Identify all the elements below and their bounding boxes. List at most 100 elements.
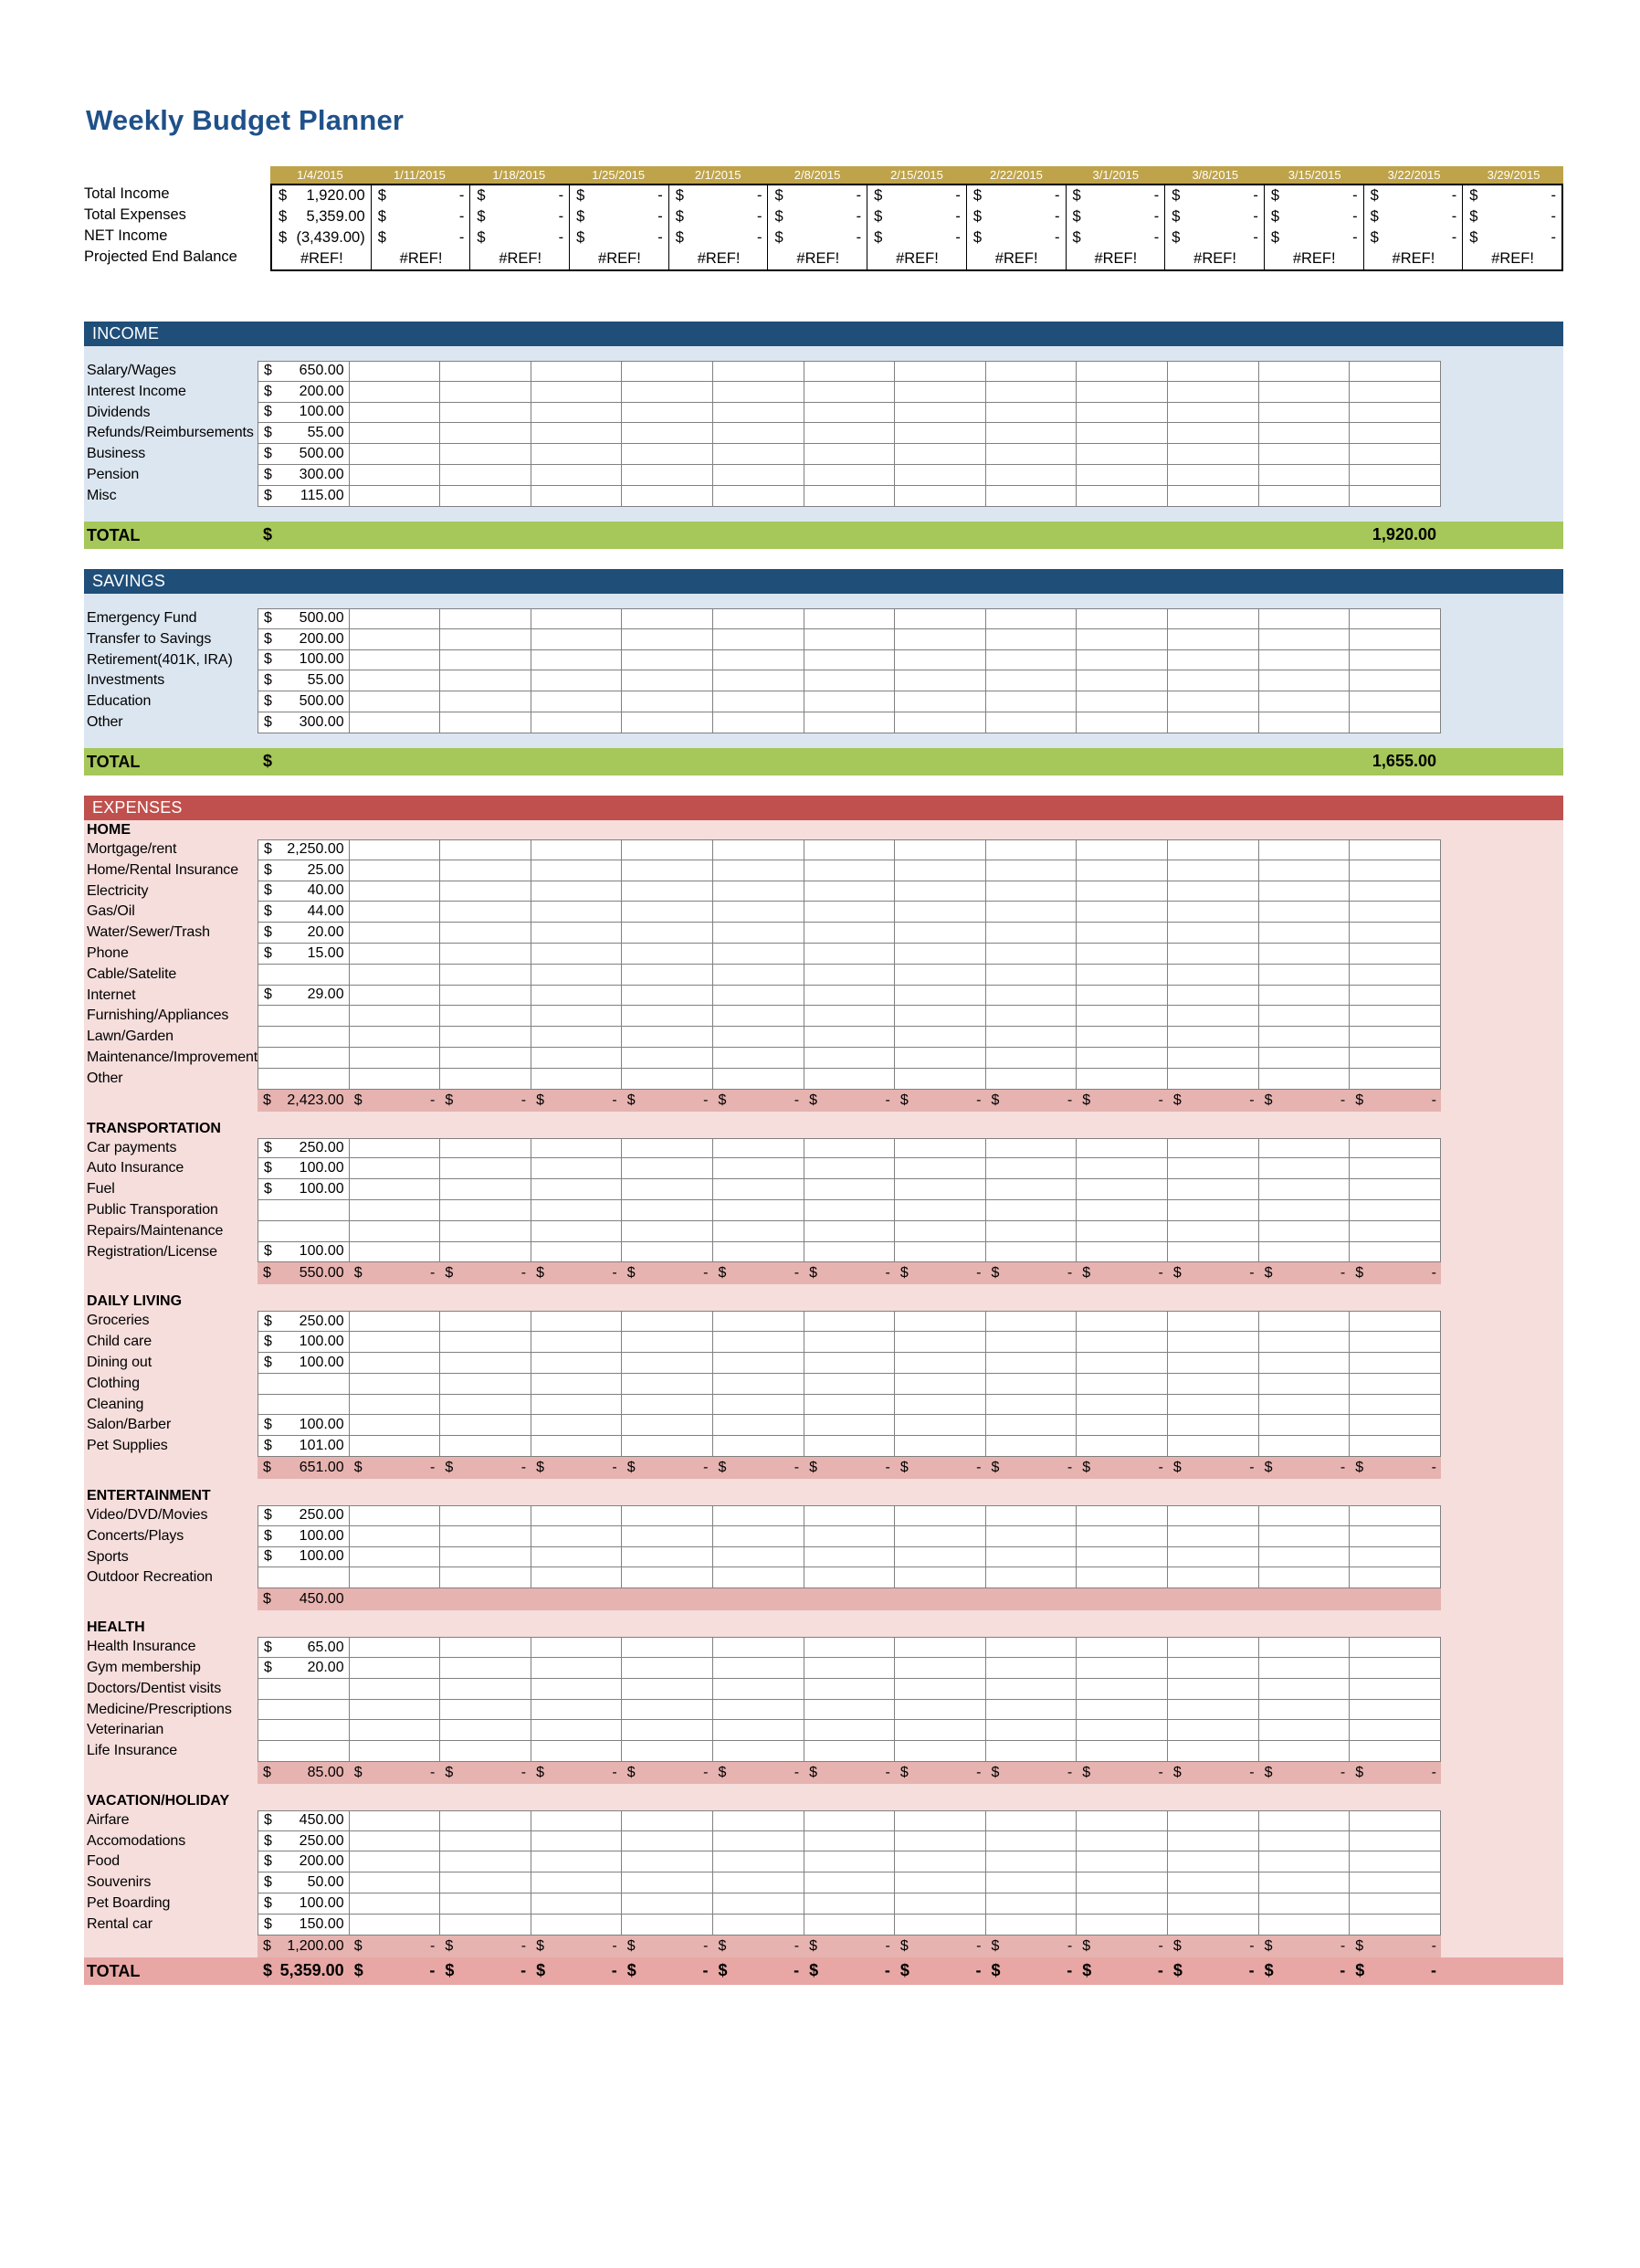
amount-cell[interactable]: [713, 1373, 804, 1395]
amount-cell[interactable]: [531, 1914, 623, 1936]
amount-cell[interactable]: [713, 902, 804, 923]
amount-cell[interactable]: [804, 608, 896, 629]
amount-cell[interactable]: [349, 402, 441, 424]
amount-cell[interactable]: [349, 839, 441, 860]
amount-cell[interactable]: [622, 964, 714, 986]
amount-cell[interactable]: [1168, 1809, 1259, 1831]
amount-cell[interactable]: [440, 1415, 531, 1437]
amount-cell[interactable]: [531, 1872, 623, 1894]
amount-cell[interactable]: [1350, 1525, 1441, 1547]
amount-cell[interactable]: [804, 1027, 896, 1048]
amount-cell[interactable]: [1077, 1546, 1169, 1568]
amount-cell[interactable]: [1258, 1047, 1351, 1069]
amount-cell[interactable]: [440, 712, 531, 733]
amount-cell[interactable]: [1258, 1894, 1351, 1915]
amount-cell[interactable]: [895, 670, 986, 692]
amount-cell[interactable]: [804, 1720, 896, 1742]
amount-cell[interactable]: [1258, 1199, 1351, 1221]
amount-cell[interactable]: [804, 1047, 896, 1069]
amount-cell[interactable]: [531, 1179, 623, 1200]
amount-cell[interactable]: [713, 402, 804, 424]
amount-cell[interactable]: [349, 1179, 441, 1200]
amount-cell[interactable]: [1168, 608, 1259, 629]
amount-cell[interactable]: [1168, 1332, 1259, 1353]
amount-cell[interactable]: [1168, 860, 1259, 881]
amount-cell[interactable]: [1350, 1436, 1441, 1457]
amount-cell[interactable]: [1168, 985, 1259, 1007]
amount-cell[interactable]: [1350, 1311, 1441, 1333]
amount-cell[interactable]: $100.00: [258, 402, 350, 424]
amount-cell[interactable]: [985, 1373, 1078, 1395]
amount-cell[interactable]: [713, 712, 804, 733]
amount-cell[interactable]: [622, 1394, 714, 1416]
amount-cell[interactable]: [1258, 381, 1351, 403]
amount-cell[interactable]: [622, 839, 714, 860]
amount-cell[interactable]: [1258, 628, 1351, 650]
amount-cell[interactable]: [804, 1872, 896, 1894]
amount-cell[interactable]: [440, 1894, 531, 1915]
amount-cell[interactable]: [1077, 1373, 1169, 1395]
amount-cell[interactable]: [622, 985, 714, 1007]
amount-cell[interactable]: [985, 1657, 1078, 1679]
amount-cell[interactable]: $200.00: [258, 1851, 350, 1873]
amount-cell[interactable]: [1258, 608, 1351, 629]
amount-cell[interactable]: [440, 1678, 531, 1700]
amount-cell[interactable]: [895, 361, 986, 382]
amount-cell[interactable]: [804, 860, 896, 881]
amount-cell[interactable]: [985, 1137, 1078, 1159]
amount-cell[interactable]: [1350, 1546, 1441, 1568]
amount-cell[interactable]: [713, 628, 804, 650]
amount-cell[interactable]: [985, 902, 1078, 923]
amount-cell[interactable]: [804, 1657, 896, 1679]
amount-cell[interactable]: [804, 1068, 896, 1090]
amount-cell[interactable]: [1258, 1546, 1351, 1568]
amount-cell[interactable]: [531, 1158, 623, 1180]
amount-cell[interactable]: [1350, 649, 1441, 671]
amount-cell[interactable]: [258, 1699, 350, 1721]
amount-cell[interactable]: [258, 1394, 350, 1416]
amount-cell[interactable]: [1168, 923, 1259, 944]
amount-cell[interactable]: [531, 691, 623, 712]
amount-cell[interactable]: $100.00: [258, 1179, 350, 1200]
amount-cell[interactable]: [531, 1311, 623, 1333]
amount-cell[interactable]: [1168, 1830, 1259, 1852]
amount-cell[interactable]: [804, 1525, 896, 1547]
amount-cell[interactable]: [440, 923, 531, 944]
amount-cell[interactable]: $300.00: [258, 712, 350, 733]
amount-cell[interactable]: [622, 1637, 714, 1658]
amount-cell[interactable]: [985, 1158, 1078, 1180]
amount-cell[interactable]: [1168, 1027, 1259, 1048]
amount-cell[interactable]: [1168, 1699, 1259, 1721]
amount-cell[interactable]: [622, 1006, 714, 1028]
amount-cell[interactable]: [258, 1006, 350, 1028]
amount-cell[interactable]: $100.00: [258, 1241, 350, 1263]
amount-cell[interactable]: [713, 381, 804, 403]
amount-cell[interactable]: [531, 1809, 623, 1831]
amount-cell[interactable]: [622, 1872, 714, 1894]
amount-cell[interactable]: [713, 423, 804, 445]
amount-cell[interactable]: [622, 881, 714, 902]
amount-cell[interactable]: [531, 839, 623, 860]
amount-cell[interactable]: [895, 1352, 986, 1374]
amount-cell[interactable]: [1077, 1872, 1169, 1894]
amount-cell[interactable]: [440, 691, 531, 712]
amount-cell[interactable]: [1168, 1872, 1259, 1894]
amount-cell[interactable]: [622, 485, 714, 507]
amount-cell[interactable]: [804, 361, 896, 382]
amount-cell[interactable]: [440, 1872, 531, 1894]
amount-cell[interactable]: [1258, 1415, 1351, 1437]
amount-cell[interactable]: [1258, 1851, 1351, 1873]
amount-cell[interactable]: [895, 881, 986, 902]
amount-cell[interactable]: [1258, 1637, 1351, 1658]
amount-cell[interactable]: [531, 1436, 623, 1457]
amount-cell[interactable]: [1077, 1699, 1169, 1721]
amount-cell[interactable]: [1077, 1894, 1169, 1915]
amount-cell[interactable]: [804, 712, 896, 733]
amount-cell[interactable]: [1258, 1311, 1351, 1333]
amount-cell[interactable]: [349, 1068, 441, 1090]
amount-cell[interactable]: [804, 649, 896, 671]
amount-cell[interactable]: $250.00: [258, 1137, 350, 1159]
amount-cell[interactable]: [804, 1220, 896, 1242]
amount-cell[interactable]: [440, 1332, 531, 1353]
amount-cell[interactable]: [1168, 1199, 1259, 1221]
